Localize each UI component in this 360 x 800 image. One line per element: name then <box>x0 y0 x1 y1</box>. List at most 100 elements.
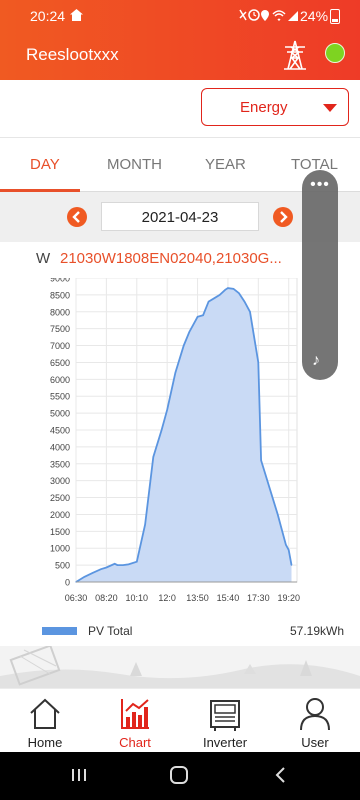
nav-home[interactable]: Home <box>0 689 90 753</box>
chart-unit: W <box>36 250 51 267</box>
x-tick-label: 17:30 <box>247 593 270 603</box>
chevron-left-icon <box>72 211 80 223</box>
chart-legend: PV Total 57.19kWh <box>0 618 360 646</box>
data-point <box>224 289 226 291</box>
user-icon <box>300 698 330 731</box>
data-point <box>127 563 130 566</box>
data-point <box>208 301 210 303</box>
metric-dropdown-value: Energy <box>240 99 288 116</box>
data-point <box>114 563 116 565</box>
data-point <box>183 344 185 347</box>
data-point <box>174 371 177 374</box>
nav-home-label: Home <box>27 735 63 750</box>
tab-year[interactable]: YEAR <box>205 156 246 173</box>
system-navigation <box>0 752 360 800</box>
nav-user[interactable]: User <box>270 689 360 753</box>
music-note-icon[interactable]: ♪ <box>312 352 320 370</box>
data-point <box>277 513 279 516</box>
previous-day-button[interactable] <box>67 207 87 227</box>
status-time: 20:24 <box>30 8 66 24</box>
status-icons-icon <box>239 9 298 22</box>
y-tick-label: 8000 <box>50 307 70 317</box>
online-status-dot <box>325 43 345 63</box>
x-tick-label: 13:50 <box>186 593 209 603</box>
floating-assistant-panel[interactable]: ••• ♪ <box>302 170 338 380</box>
y-tick-label: 1000 <box>50 544 70 554</box>
app-bar: Reeslootxxx <box>0 32 360 80</box>
battery-icon <box>330 9 340 24</box>
data-point <box>122 564 124 566</box>
nav-chart[interactable]: Chart <box>90 689 180 753</box>
more-options-icon[interactable]: ••• <box>302 176 338 194</box>
y-tick-label: 8500 <box>50 290 70 300</box>
data-point <box>196 316 199 318</box>
bottom-navigation: Home Chart Inverter User <box>0 688 360 752</box>
x-tick-label: 15:40 <box>217 593 240 603</box>
inverter-icon <box>210 700 240 731</box>
x-tick-label: 19:20 <box>277 593 300 603</box>
data-point <box>91 572 94 574</box>
landscape-illustration-icon <box>0 646 360 688</box>
data-point <box>166 409 168 411</box>
nav-chart-label: Chart <box>119 735 151 750</box>
data-point <box>260 459 262 461</box>
y-tick-label: 4500 <box>50 426 70 436</box>
data-point <box>100 568 102 570</box>
y-tick-label: 0 <box>65 578 70 588</box>
x-tick-label: 12:0 <box>158 593 176 603</box>
data-point <box>188 331 190 333</box>
data-point <box>249 311 251 313</box>
data-point <box>105 566 107 569</box>
caret-down-icon <box>323 104 337 112</box>
nav-inverter-label: Inverter <box>202 735 248 750</box>
y-tick-label: 3500 <box>50 459 70 469</box>
y-tick-label: 7500 <box>50 324 70 334</box>
nav-user-label: User <box>301 735 329 750</box>
y-tick-label: 4000 <box>50 442 70 452</box>
system-status-icons <box>238 8 302 25</box>
nav-inverter[interactable]: Inverter <box>180 689 270 753</box>
data-point <box>116 564 119 566</box>
x-tick-label: 06:30 <box>65 593 88 603</box>
y-tick-label: 6500 <box>50 358 70 368</box>
y-tick-label: 1500 <box>50 527 70 537</box>
data-point <box>285 544 287 546</box>
data-point <box>144 523 146 526</box>
legend-swatch <box>42 627 77 635</box>
data-point <box>83 576 85 578</box>
data-point <box>290 564 293 566</box>
x-tick-label: 10:10 <box>126 593 149 603</box>
tab-day[interactable]: DAY <box>30 156 60 173</box>
system-home-button[interactable] <box>170 766 188 784</box>
metric-dropdown[interactable]: Energy <box>201 88 349 126</box>
chevron-right-icon <box>280 211 288 223</box>
data-point <box>219 294 221 296</box>
y-tick-label: 5000 <box>50 409 70 419</box>
selector-bar: Energy <box>0 80 360 138</box>
y-tick-label: 2500 <box>50 493 70 503</box>
grid-tower-icon[interactable] <box>282 40 308 70</box>
inverter-serials[interactable]: 21030W1808EN02040,21030G... <box>60 250 300 267</box>
data-point <box>232 288 235 290</box>
data-point <box>202 314 204 316</box>
next-day-button[interactable] <box>273 207 293 227</box>
data-point <box>136 561 138 563</box>
data-point <box>238 292 240 294</box>
data-point <box>268 486 270 489</box>
data-point <box>257 361 259 364</box>
legend-series-name: PV Total <box>88 624 133 638</box>
y-tick-label: 3000 <box>50 476 70 486</box>
recent-apps-icon[interactable] <box>71 768 87 782</box>
y-tick-label: 2000 <box>50 510 70 520</box>
y-tick-label: 5500 <box>50 392 70 402</box>
data-point <box>227 287 229 289</box>
y-tick-label: 9000 <box>50 278 70 284</box>
plant-title: Reeslootxxx <box>26 45 119 64</box>
back-icon[interactable] <box>274 767 286 783</box>
tab-month[interactable]: MONTH <box>107 156 162 173</box>
x-tick-label: 08:20 <box>95 593 118 603</box>
data-point <box>152 456 154 458</box>
battery-percent: 24% <box>300 8 329 24</box>
date-picker[interactable]: 2021-04-23 <box>101 202 259 231</box>
status-bar: 20:24 24% <box>0 0 360 32</box>
